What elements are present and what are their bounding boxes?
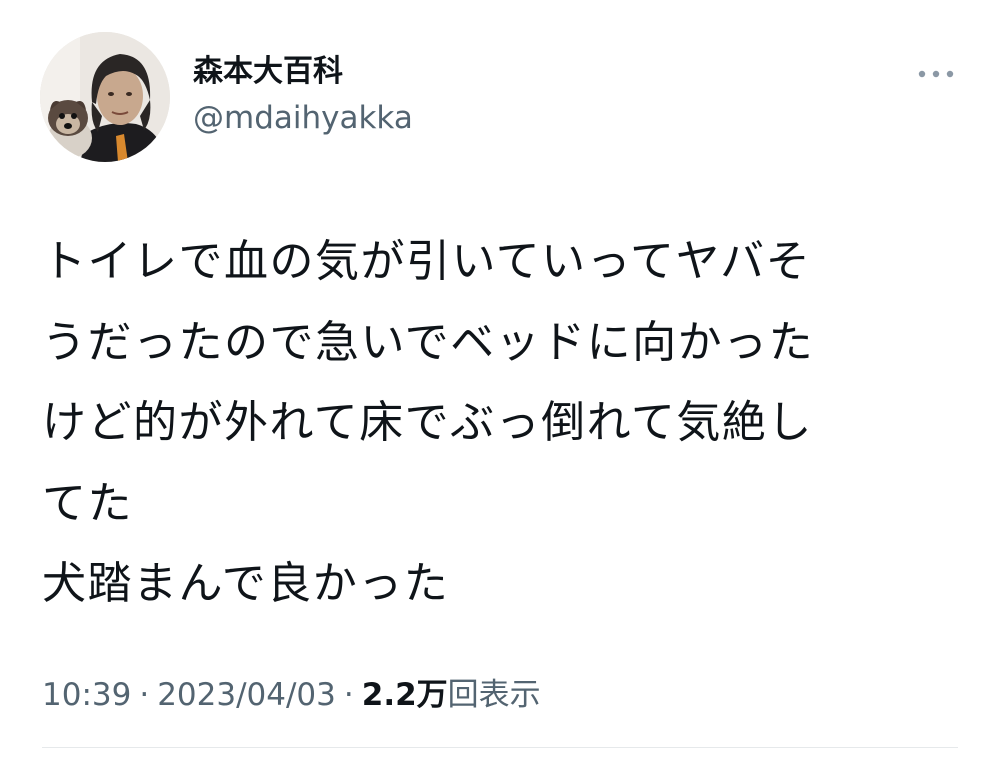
views-count[interactable]: 2.2万: [362, 677, 448, 713]
display-name[interactable]: 森本大百科: [193, 54, 413, 90]
avatar[interactable]: [40, 32, 170, 162]
tweet-text: トイレで血の気が引いていってヤバそ うだったので急いでベッドに向かった けど的が…: [42, 222, 962, 625]
avatar-photo: [40, 32, 170, 162]
separator: ·: [139, 677, 150, 713]
tweet-text-line: トイレで血の気が引いていってヤバそ: [42, 236, 812, 287]
tweet-text-line: けど的が外れて床でぶっ倒れて気絶し: [42, 397, 813, 448]
user-info: 森本大百科 @mdaihyakka: [193, 54, 413, 136]
tweet-time[interactable]: 10:39: [42, 677, 131, 713]
user-handle[interactable]: @mdaihyakka: [193, 100, 413, 136]
separator: ·: [343, 677, 354, 713]
more-options-button[interactable]: [912, 60, 960, 88]
tweet-text-line: てた: [42, 477, 133, 529]
divider: [42, 747, 958, 748]
tweet-date[interactable]: 2023/04/03: [157, 677, 336, 713]
tweet-card: 森本大百科 @mdaihyakka トイレで血の気が引いていってヤバそ うだった…: [0, 0, 1000, 763]
tweet-metadata: 10:39 · 2023/04/03 · 2.2万回表示: [42, 673, 541, 717]
tweet-text-line: うだったので急いでベッドに向かった: [42, 316, 815, 368]
views-label: 回表示: [447, 677, 541, 713]
more-horizontal-icon: [918, 70, 954, 78]
tweet-text-line: 犬踏まんで良かった: [42, 558, 450, 609]
